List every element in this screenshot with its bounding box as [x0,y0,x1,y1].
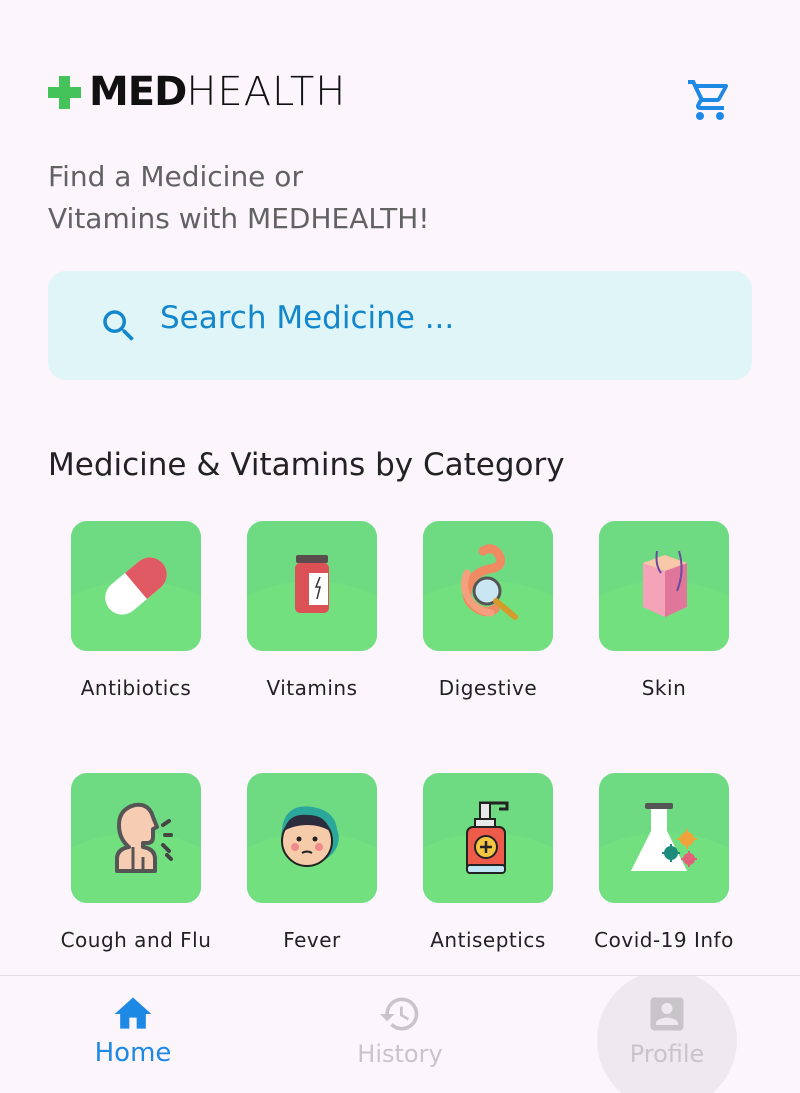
tagline-line-2: Vitamins with MEDHEALTH! [48,202,430,235]
category-tile[interactable] [71,521,201,651]
category-antibiotics[interactable]: Antibiotics [48,521,224,700]
nav-label-home: Home [94,1038,172,1068]
category-label: Digestive [438,676,538,700]
category-vitamins[interactable]: Vitamins [224,521,400,700]
antiseptic-bottle-icon [466,801,509,874]
nav-item-history[interactable]: History [310,976,490,1068]
home-icon [114,997,152,1029]
tagline: Find a Medicine or Vitamins with MEDHEAL… [48,156,430,240]
bottom-navigation: Home History Profile [0,975,800,1093]
category-tile[interactable] [599,521,729,651]
category-tile[interactable] [423,773,553,903]
vitamin-bottle-icon [295,555,329,613]
cart-button[interactable] [686,76,734,124]
category-label: Cough and Flu [60,928,212,952]
cart-icon [688,80,729,120]
category-skin[interactable]: Skin [576,521,752,700]
flask-virus-icon [631,803,697,871]
category-fever[interactable]: Fever [224,773,400,952]
category-tile[interactable] [423,521,553,651]
capsule-icon [105,557,167,615]
category-tile[interactable] [71,773,201,903]
history-icon [379,997,419,1031]
skin-layer-icon [643,550,687,617]
category-tile[interactable] [599,773,729,903]
logo-text-light: HEALTH [186,69,347,115]
profile-icon [650,997,684,1031]
nav-label-history: History [357,1040,443,1068]
category-section-title: Medicine & Vitamins by Category [48,447,565,483]
medical-cross-icon [48,75,81,109]
category-label: Skin [641,676,687,700]
nav-item-profile[interactable]: Profile [577,976,757,1068]
logo-text-bold: MED [89,69,187,115]
search-icon [103,310,134,341]
category-label: Vitamins [266,676,358,700]
category-covid-19-info[interactable]: Covid-19 Info [576,773,752,952]
fever-face-icon [281,806,339,867]
cough-person-icon [115,802,173,873]
category-label: Antiseptics [430,928,546,952]
category-label: Antibiotics [80,676,192,700]
search-input[interactable]: Search Medicine ... [160,300,454,336]
intestine-icon [460,544,518,620]
nav-item-home[interactable]: Home [43,976,223,1068]
app-logo: MED HEALTH [48,69,347,115]
category-label: Fever [283,928,341,952]
category-tile[interactable] [247,521,377,651]
tagline-line-1: Find a Medicine or [48,160,303,193]
category-label: Covid-19 Info [594,928,734,952]
category-antiseptics[interactable]: Antiseptics [400,773,576,952]
category-cough-and-flu[interactable]: Cough and Flu [48,773,224,952]
category-digestive[interactable]: Digestive [400,521,576,700]
nav-label-profile: Profile [629,1040,705,1068]
category-tile[interactable] [247,773,377,903]
